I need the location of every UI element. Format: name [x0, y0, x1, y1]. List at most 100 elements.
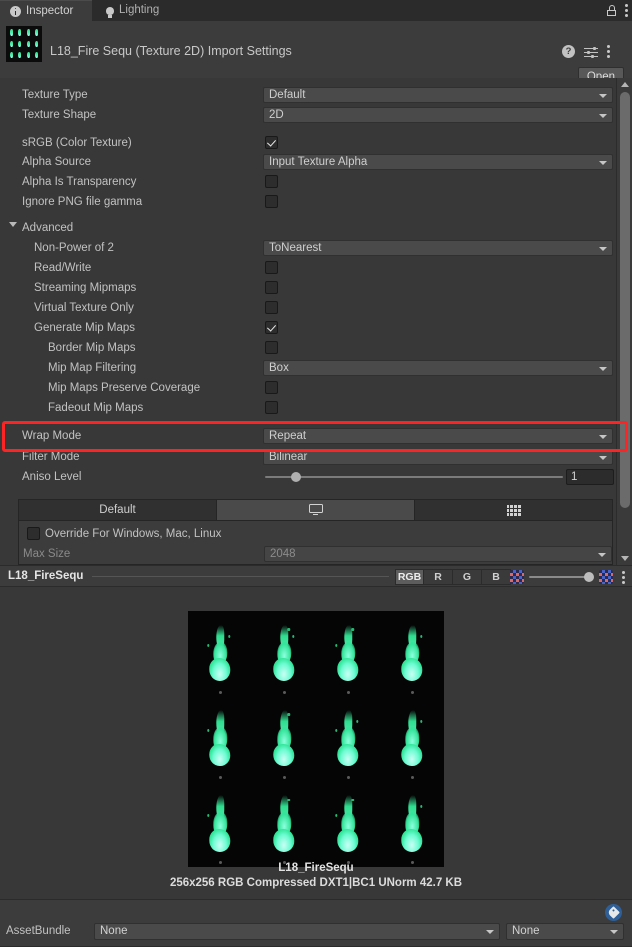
- generate-mip-maps-label: Generate Mip Maps: [34, 322, 135, 334]
- assetbundle-name-dropdown[interactable]: None: [94, 923, 500, 940]
- max-size-dropdown[interactable]: 2048: [264, 546, 612, 562]
- sprite-cell: [188, 611, 252, 696]
- preset-icon[interactable]: [584, 46, 598, 58]
- non-power-of-2-dropdown[interactable]: ToNearest: [263, 240, 613, 256]
- srgb-checkbox[interactable]: [265, 136, 278, 149]
- kebab-menu-icon[interactable]: [625, 4, 628, 17]
- chevron-down-icon: [599, 435, 607, 439]
- channel-buttons: RGB R G B: [395, 569, 511, 585]
- assetbundle-variant-dropdown[interactable]: None: [506, 923, 624, 940]
- chevron-down-icon: [610, 930, 618, 934]
- inspector-window: Inspector Lighting L18_Fire Sequ (Textur…: [0, 0, 632, 947]
- mip-maps-preserve-coverage-checkbox[interactable]: [265, 381, 278, 394]
- alpha-source-dropdown[interactable]: Input Texture Alpha: [263, 154, 613, 170]
- texture-shape-label: Texture Shape: [22, 109, 97, 121]
- scroll-up-icon[interactable]: [621, 82, 629, 87]
- row-texture-shape: Texture Shape 2D: [0, 105, 616, 125]
- row-border-mip-maps: Border Mip Maps: [0, 338, 616, 358]
- info-icon: [10, 5, 21, 17]
- sprite-cell: [380, 782, 444, 867]
- inspector-scrollbar[interactable]: [616, 78, 632, 565]
- row-advanced-foldout[interactable]: Advanced: [0, 218, 616, 238]
- platform-tab-standalone[interactable]: [217, 500, 415, 520]
- window-tab-actions: [607, 0, 628, 21]
- mip-level-slider[interactable]: [529, 572, 594, 582]
- mip-maps-preserve-coverage-label: Mip Maps Preserve Coverage: [48, 382, 201, 394]
- preview-toolbar: L18_FireSequ RGB R G B: [0, 565, 632, 587]
- tab-lighting[interactable]: Lighting: [96, 0, 173, 21]
- sprite-cell: [316, 782, 380, 867]
- asset-header: L18_Fire Sequ (Texture 2D) Import Settin…: [0, 21, 632, 85]
- row-fadeout-mip-maps: Fadeout Mip Maps: [0, 398, 616, 418]
- import-settings-panel: Texture Type Default Texture Shape 2D sR…: [0, 78, 616, 565]
- row-filter-mode: Filter Mode Bilinear: [0, 447, 616, 467]
- non-power-of-2-value: ToNearest: [269, 242, 322, 254]
- checker-pattern-icon[interactable]: [510, 570, 524, 584]
- alpha-is-transparency-checkbox[interactable]: [265, 175, 278, 188]
- aniso-level-slider[interactable]: [265, 472, 563, 482]
- max-size-label: Max Size: [23, 548, 71, 560]
- chevron-down-icon: [599, 367, 607, 371]
- chevron-down-icon: [599, 114, 607, 118]
- mip-map-filtering-dropdown[interactable]: Box: [263, 360, 613, 376]
- aniso-level-label: Aniso Level: [22, 471, 82, 483]
- server-grid-icon: [506, 504, 521, 516]
- kebab-menu-icon[interactable]: [607, 45, 610, 58]
- texture-type-dropdown[interactable]: Default: [263, 87, 613, 103]
- lock-icon[interactable]: [607, 5, 616, 16]
- tab-lighting-label: Lighting: [119, 4, 160, 16]
- page-title: L18_Fire Sequ (Texture 2D) Import Settin…: [50, 44, 292, 58]
- texture-shape-dropdown[interactable]: 2D: [263, 107, 613, 123]
- row-texture-type: Texture Type Default: [0, 85, 616, 105]
- row-aniso-level: Aniso Level 1: [0, 467, 616, 487]
- chevron-down-icon[interactable]: [9, 222, 17, 227]
- scrollbar-thumb[interactable]: [620, 92, 630, 508]
- filter-mode-dropdown[interactable]: Bilinear: [263, 449, 613, 465]
- chevron-down-icon: [599, 456, 607, 460]
- channel-rgb-button[interactable]: RGB: [395, 569, 424, 585]
- mip-level-slider-handle[interactable]: [584, 572, 594, 582]
- streaming-mipmaps-checkbox[interactable]: [265, 281, 278, 294]
- checker-pattern-icon[interactable]: [599, 570, 613, 584]
- ignore-png-gamma-label: Ignore PNG file gamma: [22, 196, 143, 208]
- assetbundle-label: AssetBundle: [6, 925, 71, 937]
- aniso-level-slider-handle[interactable]: [291, 472, 301, 482]
- assetbundle-variant-value: None: [512, 925, 540, 937]
- scroll-down-icon[interactable]: [621, 556, 629, 561]
- sprite-cell: [316, 696, 380, 781]
- texture-preview-image[interactable]: [188, 611, 444, 867]
- mip-map-filtering-value: Box: [269, 362, 289, 374]
- sprite-cell: [380, 696, 444, 781]
- row-read-write: Read/Write: [0, 258, 616, 278]
- platform-tab-server[interactable]: [415, 500, 612, 520]
- tab-inspector[interactable]: Inspector: [0, 0, 92, 21]
- platform-tab-default[interactable]: Default: [19, 500, 217, 520]
- tag-badge[interactable]: [605, 904, 622, 921]
- header-actions: ?: [562, 45, 610, 58]
- virtual-texture-only-checkbox[interactable]: [265, 301, 278, 314]
- row-mip-maps-preserve-coverage: Mip Maps Preserve Coverage: [0, 378, 616, 398]
- channel-g-button[interactable]: G: [453, 569, 482, 585]
- border-mip-maps-checkbox[interactable]: [265, 341, 278, 354]
- ignore-png-gamma-checkbox[interactable]: [265, 195, 278, 208]
- aniso-level-field[interactable]: 1: [566, 469, 614, 485]
- channel-r-button[interactable]: R: [424, 569, 453, 585]
- override-checkbox[interactable]: [27, 527, 40, 540]
- override-label: Override For Windows, Mac, Linux: [45, 528, 222, 540]
- non-power-of-2-label: Non-Power of 2: [34, 242, 114, 254]
- wrap-mode-dropdown[interactable]: Repeat: [263, 428, 613, 444]
- read-write-checkbox[interactable]: [265, 261, 278, 274]
- row-virtual-texture-only: Virtual Texture Only: [0, 298, 616, 318]
- channel-b-button[interactable]: B: [482, 569, 511, 585]
- row-srgb: sRGB (Color Texture): [0, 133, 616, 153]
- kebab-menu-icon[interactable]: [622, 571, 625, 584]
- generate-mip-maps-checkbox[interactable]: [265, 321, 278, 334]
- texture-type-value: Default: [269, 89, 306, 101]
- fadeout-mip-maps-checkbox[interactable]: [265, 401, 278, 414]
- help-icon[interactable]: ?: [562, 45, 575, 58]
- sprite-cell: [252, 782, 316, 867]
- chevron-down-icon: [599, 247, 607, 251]
- max-size-value: 2048: [270, 548, 296, 560]
- row-alpha-source: Alpha Source Input Texture Alpha: [0, 152, 616, 172]
- row-wrap-mode: Wrap Mode Repeat: [0, 426, 616, 446]
